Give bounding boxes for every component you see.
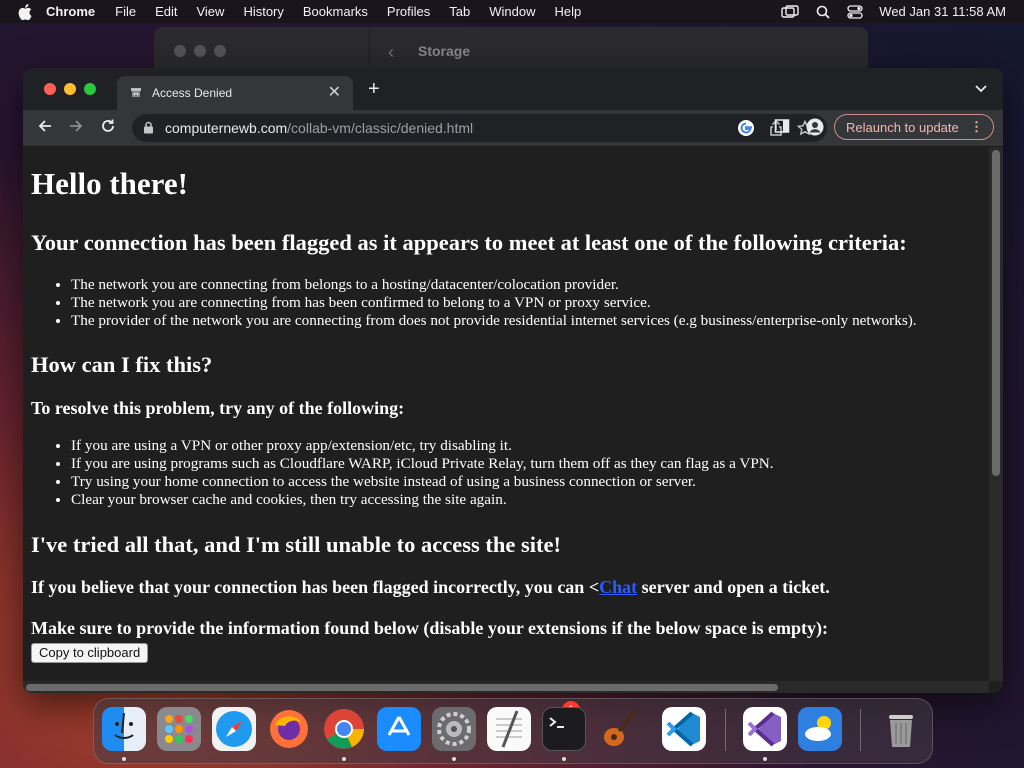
- tab-title: Access Denied: [152, 86, 233, 100]
- flagged-heading: Your connection has been flagged as it a…: [31, 230, 907, 255]
- control-center-icon[interactable]: [847, 4, 863, 19]
- chat-link[interactable]: Chat: [599, 577, 637, 597]
- tried-heading: I've tried all that, and I'm still unabl…: [31, 532, 561, 557]
- forward-arrow-icon[interactable]: [68, 118, 84, 134]
- lock-icon[interactable]: [143, 121, 154, 137]
- menu-history[interactable]: History: [243, 4, 283, 19]
- horizontal-scroll-thumb[interactable]: [26, 684, 778, 691]
- app-store-icon[interactable]: [377, 707, 421, 751]
- spotlight-search-icon[interactable]: [816, 5, 830, 19]
- profile-avatar-icon[interactable]: [806, 118, 824, 136]
- flagged-incorrectly-text: If you believe that your connection has …: [31, 577, 830, 598]
- collabvm-favicon-icon: [129, 85, 143, 102]
- menu-profiles[interactable]: Profiles: [387, 4, 430, 19]
- finder-icon[interactable]: [102, 707, 146, 751]
- visual-studio-running-indicator: [763, 757, 767, 761]
- system-settings-icon[interactable]: [432, 707, 476, 751]
- resolve-subheading: To resolve this problem, try any of the …: [31, 398, 405, 418]
- fixes-list: If you are using a VPN or other proxy ap…: [31, 437, 774, 509]
- new-tab-plus-icon[interactable]: +: [368, 78, 380, 101]
- menu-help[interactable]: Help: [555, 4, 582, 19]
- fix-heading: How can I fix this?: [31, 352, 213, 377]
- tab-access-denied[interactable]: Access Denied ✕: [117, 76, 353, 110]
- page-content: Hello there! Your connection has been fl…: [23, 147, 989, 681]
- menu-app-chrome[interactable]: Chrome: [46, 4, 95, 19]
- relaunch-to-update-button[interactable]: Relaunch to update ⋮: [834, 114, 994, 140]
- background-window-controls: [174, 45, 226, 57]
- launchpad-icon[interactable]: [157, 707, 201, 751]
- more-menu-icon[interactable]: ⋮: [970, 119, 983, 135]
- list-item: Clear your browser cache and cookies, th…: [71, 491, 774, 509]
- menu-tab[interactable]: Tab: [449, 4, 470, 19]
- weather-icon[interactable]: [798, 707, 842, 751]
- url-host: computernewb.com: [165, 120, 288, 136]
- menu-view[interactable]: View: [196, 4, 224, 19]
- finder-running-indicator: [122, 757, 126, 761]
- list-item: The provider of the network you are conn…: [71, 312, 917, 330]
- relaunch-label: Relaunch to update: [846, 120, 959, 135]
- back-arrow-icon[interactable]: [37, 118, 53, 134]
- minimize-window-button[interactable]: [64, 83, 76, 95]
- menu-clock[interactable]: Wed Jan 31 11:58 AM: [879, 4, 1006, 19]
- chrome-running-indicator: [342, 757, 346, 761]
- address-url[interactable]: computernewb.com/collab-vm/classic/denie…: [165, 120, 473, 136]
- tab-strip: Access Denied ✕ +: [23, 68, 1003, 110]
- flagged-prefix: If you believe that your connection has …: [31, 577, 600, 597]
- safari-icon[interactable]: [212, 707, 256, 751]
- info-subheading: Make sure to provide the information fou…: [31, 618, 829, 638]
- firefox-icon[interactable]: [267, 707, 311, 751]
- list-item: If you are using a VPN or other proxy ap…: [71, 437, 774, 455]
- settings-running-indicator: [452, 757, 456, 761]
- vertical-scroll-thumb[interactable]: [992, 150, 1000, 476]
- copy-to-clipboard-button[interactable]: Copy to clipboard: [31, 643, 149, 663]
- list-item: The network you are connecting from belo…: [71, 276, 917, 294]
- horizontal-scrollbar[interactable]: [23, 681, 989, 693]
- vscode-icon[interactable]: [662, 707, 706, 751]
- close-window-button[interactable]: [44, 83, 56, 95]
- list-item: The network you are connecting from has …: [71, 294, 917, 312]
- zoom-window-button[interactable]: [84, 83, 96, 95]
- terminal-running-indicator: [562, 757, 566, 761]
- window-controls: [44, 83, 96, 95]
- chrome-icon[interactable]: [322, 707, 366, 751]
- google-lens-icon[interactable]: [737, 119, 755, 140]
- chevron-left-icon[interactable]: ‹: [388, 42, 394, 63]
- browser-toolbar: computernewb.com/collab-vm/classic/denie…: [23, 110, 1003, 147]
- menu-edit[interactable]: Edit: [155, 4, 177, 19]
- dock-separator: [725, 709, 726, 751]
- menu-window[interactable]: Window: [489, 4, 535, 19]
- terminal-icon[interactable]: [542, 707, 586, 751]
- menu-file[interactable]: File: [115, 4, 136, 19]
- tab-search-chevron-down-icon[interactable]: [975, 80, 987, 98]
- chrome-window: Access Denied ✕ + computernewb.com/colla…: [23, 68, 1003, 693]
- flagged-suffix: server and open a ticket.: [637, 577, 830, 597]
- url-path: /collab-vm/classic/denied.html: [287, 120, 474, 136]
- list-item: If you are using programs such as Cloudf…: [71, 455, 774, 473]
- side-panel-icon[interactable]: [774, 118, 790, 134]
- dock: 1: [93, 698, 933, 764]
- menu-bookmarks[interactable]: Bookmarks: [303, 4, 368, 19]
- apple-logo-icon[interactable]: [18, 3, 34, 20]
- trash-icon[interactable]: [879, 707, 923, 751]
- screen-mirroring-icon[interactable]: [781, 4, 799, 19]
- reload-icon[interactable]: [100, 118, 116, 134]
- list-item: Try using your home connection to access…: [71, 473, 774, 491]
- garageband-icon[interactable]: [597, 707, 641, 751]
- menu-bar: Chrome File Edit View History Bookmarks …: [0, 0, 1024, 23]
- vertical-scrollbar[interactable]: [989, 147, 1003, 681]
- address-bar[interactable]: computernewb.com/collab-vm/classic/denie…: [132, 114, 827, 142]
- dock-separator: [860, 709, 861, 751]
- background-window-title: Storage: [418, 43, 471, 59]
- page-heading: Hello there!: [31, 166, 188, 201]
- visual-studio-icon[interactable]: [743, 707, 787, 751]
- close-tab-icon[interactable]: ✕: [328, 82, 341, 102]
- criteria-list: The network you are connecting from belo…: [31, 276, 917, 330]
- textedit-icon[interactable]: [487, 707, 531, 751]
